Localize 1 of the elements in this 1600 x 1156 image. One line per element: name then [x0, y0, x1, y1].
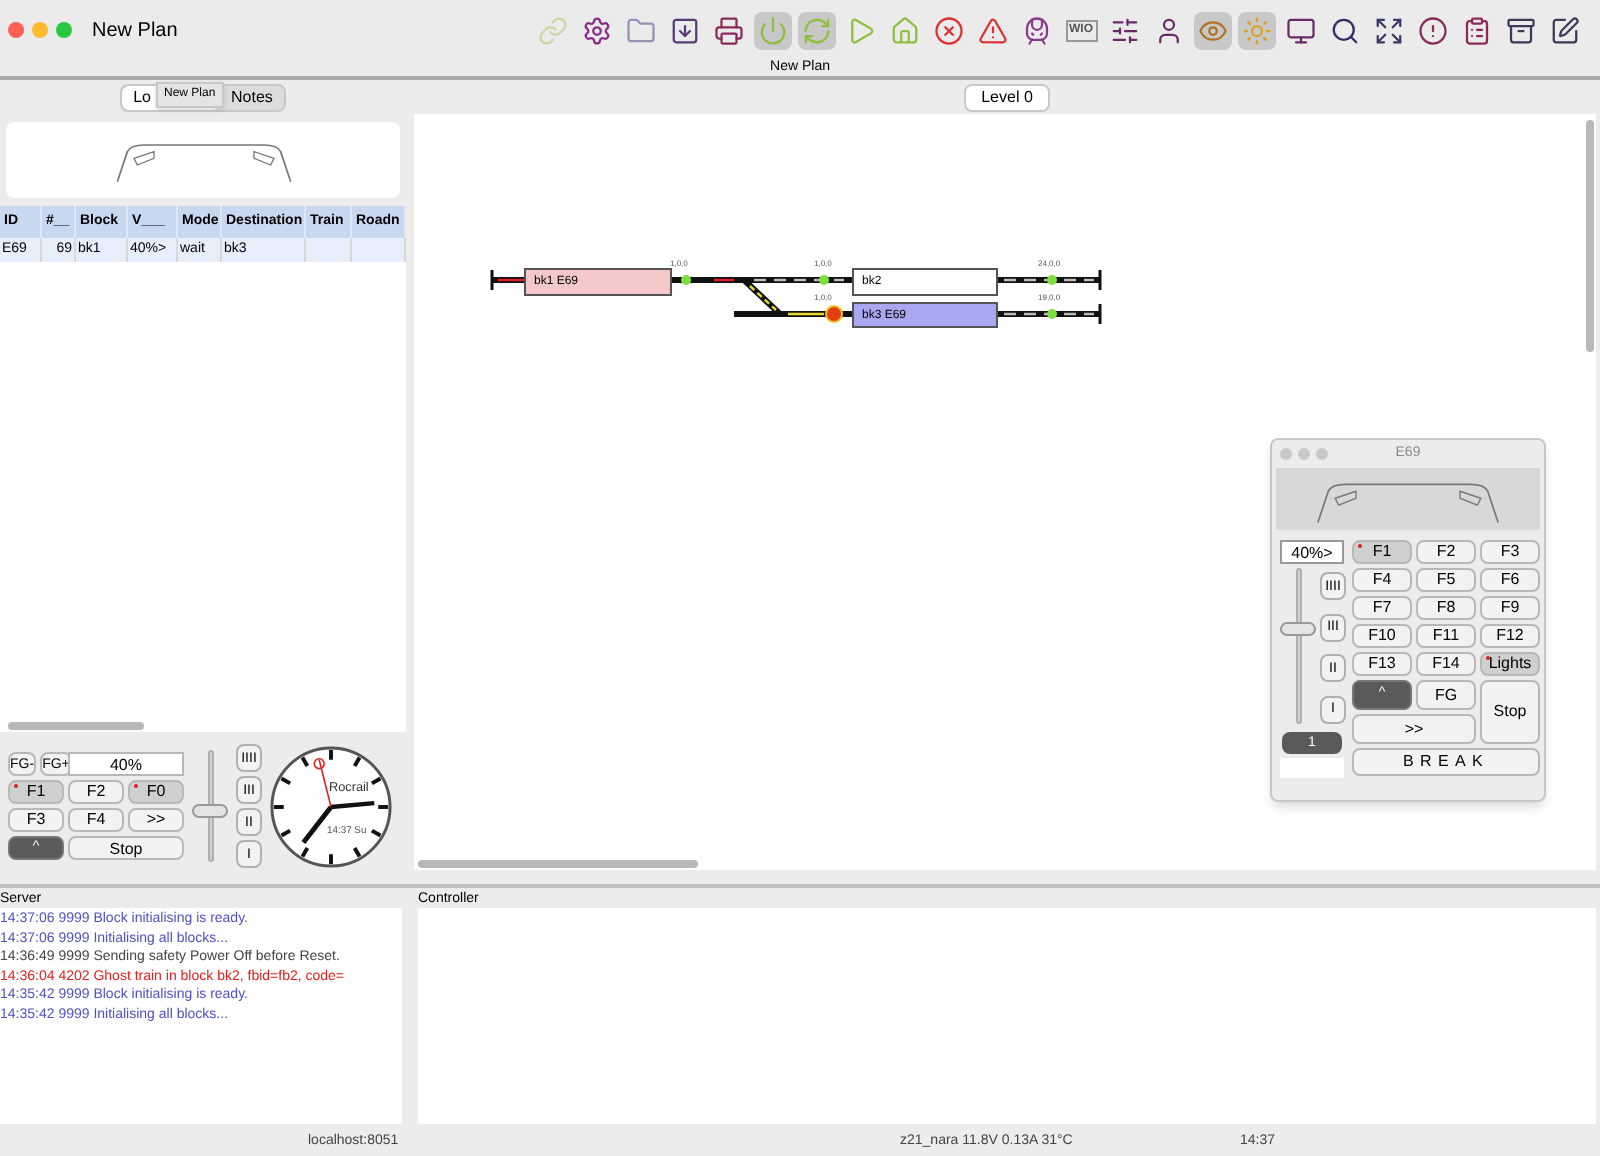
window-title: New Plan: [92, 17, 178, 45]
